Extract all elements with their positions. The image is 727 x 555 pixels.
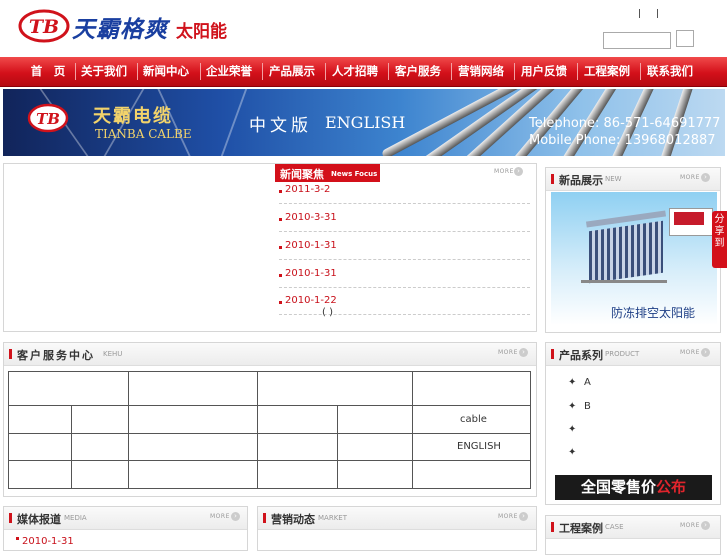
retail-text: 全国零售价 [580, 478, 656, 496]
nav-item-news[interactable]: 新闻中心 [138, 57, 194, 86]
news-item[interactable]: 2010-1-22 [279, 293, 530, 315]
news-date: 2011-3-2 [285, 184, 331, 195]
nav-item-contact[interactable]: 联系我们 [641, 57, 699, 86]
share-button[interactable]: 分享到 [712, 211, 727, 268]
new-products-title: 新品展示 [559, 174, 603, 187]
marketing-more-icon[interactable]: › [519, 512, 528, 521]
banner-company-name: 天霸电缆 [93, 106, 173, 127]
new-products-more-link[interactable]: MORE [680, 174, 700, 181]
news-item[interactable]: 2010-1-31 [279, 238, 530, 260]
search-button[interactable] [676, 30, 694, 47]
banner-logo-icon: TB [27, 103, 69, 133]
news-pager[interactable]: ( ) [322, 307, 333, 318]
cases-panel: 工程案例 CASE MORE › [545, 515, 721, 555]
marketing-subtitle: MARKET [318, 514, 347, 522]
news-item[interactable]: 2010-1-31 [279, 266, 530, 288]
product-item-a[interactable]: A [584, 377, 591, 388]
product-bullet-icon: ✦ [568, 401, 577, 412]
new-products-more-icon[interactable]: › [701, 173, 710, 182]
svg-text:TB: TB [36, 110, 60, 128]
nav-item-feedback[interactable]: 用户反馈 [515, 57, 573, 86]
service-table: cable ENGLISH [8, 371, 531, 489]
media-item-date[interactable]: 2010-1-31 [22, 536, 74, 547]
media-title: 媒体报道 [17, 513, 61, 526]
brand-name: 天霸格爽 [72, 16, 168, 43]
nav-item-service[interactable]: 客户服务 [389, 57, 447, 86]
new-product-caption: 防冻排空太阳能 [611, 306, 696, 320]
news-date: 2010-3-31 [285, 212, 337, 223]
product-series-title: 产品系列 [559, 349, 603, 362]
service-subtitle: KEHU [103, 350, 123, 358]
media-more-icon[interactable]: › [231, 512, 240, 521]
product-series-more-link[interactable]: MORE [680, 349, 700, 356]
product-bullet-icon: ✦ [568, 447, 577, 458]
banner-company-en: TIANBA CALBE [95, 127, 192, 141]
marketing-more-link[interactable]: MORE [498, 513, 518, 520]
cases-title: 工程案例 [559, 522, 603, 535]
marketing-title: 营销动态 [271, 513, 315, 526]
cases-more-link[interactable]: MORE [680, 522, 700, 529]
new-product-image[interactable]: 防冻排空太阳能 [551, 192, 717, 325]
nav-item-home[interactable]: 首 页 [20, 57, 76, 86]
news-more-link[interactable]: MORE [494, 168, 514, 175]
nav-item-honors[interactable]: 企业荣誉 [201, 57, 257, 86]
nav-item-products[interactable]: 产品展示 [263, 57, 321, 86]
cases-more-icon[interactable]: › [701, 521, 710, 530]
service-title: 客户服务中心 [17, 349, 95, 362]
nav-item-jobs[interactable]: 人才招聘 [326, 57, 384, 86]
banner-mobile: Mobile Phone: 13968012887 [529, 133, 716, 148]
news-date: 2010-1-31 [285, 268, 337, 279]
news-item[interactable]: 2010-3-31 [279, 210, 530, 232]
service-cell-english[interactable]: ENGLISH [457, 441, 501, 452]
news-focus-tab[interactable]: 新闻聚焦 News Focus [275, 164, 380, 182]
nav-item-network[interactable]: 营销网络 [452, 57, 510, 86]
lang-chinese-link[interactable]: 中文版 [249, 111, 312, 136]
product-bullet-icon: ✦ [568, 424, 577, 435]
banner-telephone: Telephone: 86-571-64691777 [529, 116, 721, 131]
news-tab-subtitle: News Focus [331, 170, 378, 178]
product-bullet-icon: ✦ [568, 377, 577, 388]
new-products-subtitle: NEW [605, 175, 622, 183]
top-link-separator [657, 9, 658, 18]
logo-icon: TB [18, 9, 70, 43]
retail-text-highlight: 公布 [656, 478, 687, 496]
search-input[interactable] [603, 32, 671, 49]
marketing-panel: 营销动态 MARKET MORE › [257, 506, 537, 551]
service-more-icon[interactable]: › [519, 348, 528, 357]
nav-item-about[interactable]: 关于我们 [76, 57, 132, 86]
hero-banner: TB 天霸电缆 TIANBA CALBE 中文版 ENGLISH Telepho… [3, 89, 725, 156]
news-more-icon[interactable]: › [514, 167, 523, 176]
lang-english-link[interactable]: ENGLISH [325, 113, 405, 132]
news-item[interactable]: 2011-3-2 [279, 182, 530, 204]
main-nav: 首 页 关于我们 新闻中心 企业荣誉 产品展示 人才招聘 客户服务 营销网络 用… [0, 57, 727, 87]
retail-price-banner[interactable]: 全国零售价公布 [555, 475, 712, 500]
nav-item-cases[interactable]: 工程案例 [578, 57, 636, 86]
brand-suffix: 太阳能 [176, 22, 227, 42]
cases-subtitle: CASE [605, 523, 624, 531]
media-subtitle: MEDIA [64, 514, 87, 522]
news-tab-title: 新闻聚焦 [280, 168, 324, 181]
top-link-separator [639, 9, 640, 18]
service-cell-cable[interactable]: cable [460, 414, 487, 425]
news-date: 2010-1-31 [285, 240, 337, 251]
product-series-subtitle: PRODUCT [605, 350, 640, 358]
news-date: 2010-1-22 [285, 295, 337, 306]
product-item-b[interactable]: B [584, 401, 591, 412]
media-more-link[interactable]: MORE [210, 513, 230, 520]
logo-text: TB [29, 16, 59, 38]
product-series-more-icon[interactable]: › [701, 348, 710, 357]
service-more-link[interactable]: MORE [498, 349, 518, 356]
